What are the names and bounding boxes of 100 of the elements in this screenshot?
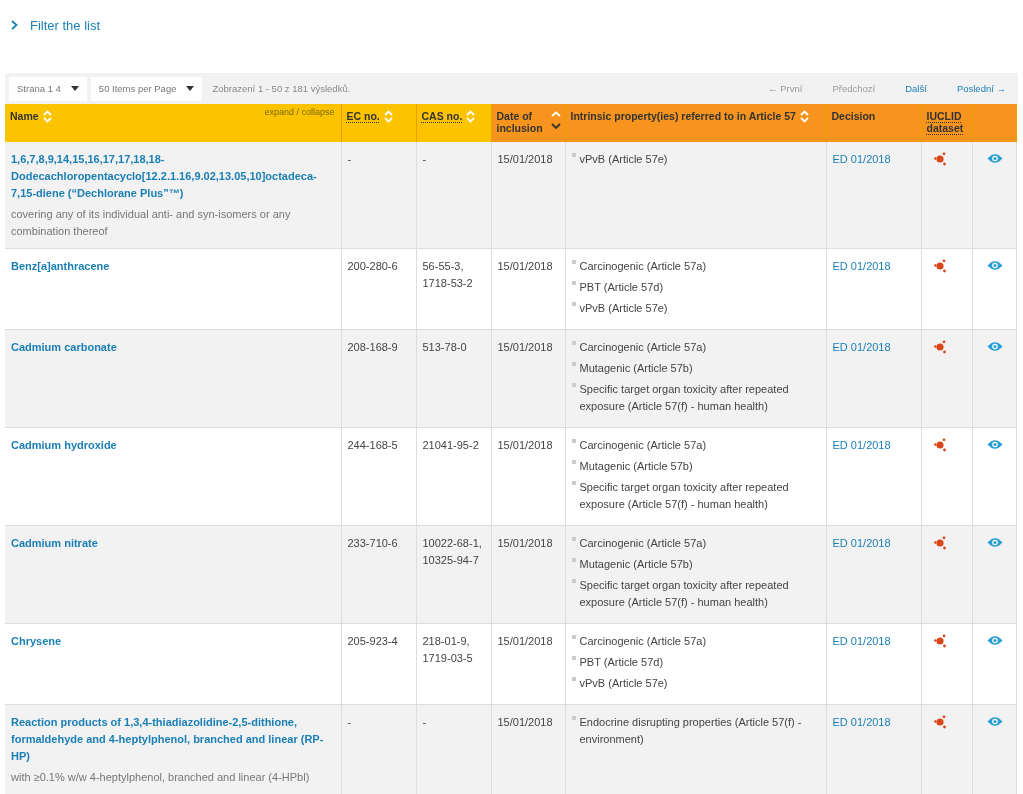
pagination-link[interactable]: Poslední →: [934, 83, 1014, 94]
column-title: Intrinsic property(ies) referred to in Article 57: [570, 110, 796, 122]
bullet-icon: [571, 302, 576, 306]
sort-icon[interactable]: [466, 110, 476, 123]
substance-note: covering any of its individual anti- and syn-isomers or any combination thereof: [11, 207, 292, 239]
bullet-icon: [571, 635, 576, 639]
view-icon[interactable]: [986, 537, 1003, 548]
property-text: Specific target organ toxicity after repeated exposure (Article 57(f) - human health): [579, 578, 790, 610]
page-select[interactable]: Strana 1 4: [9, 76, 87, 101]
substance-name-link[interactable]: Chrysene: [11, 633, 335, 650]
inclusion-date: 15/01/2018: [497, 260, 553, 272]
view-icon[interactable]: [986, 341, 1003, 352]
view-icon[interactable]: [986, 260, 1003, 271]
bullet-icon: [571, 341, 576, 345]
property-text: Carcinogenic (Article 57a): [579, 438, 707, 453]
column-header[interactable]: Date of inclusion: [491, 104, 565, 142]
decision-link[interactable]: ED 01/2018: [832, 716, 891, 728]
property-text: Mutagenic (Article 57b): [579, 361, 693, 376]
filter-toggle[interactable]: Filter the list: [5, 14, 101, 36]
decision-link[interactable]: ED 01/2018: [832, 537, 891, 549]
column-header[interactable]: Name expand / collapse: [5, 104, 341, 142]
substance-name-link[interactable]: Reaction products of 1,3,4-thiadiazolidine-2,5-dithione, formaldehyde and 4-heptylphenol, branched and linear (RP-HP): [11, 714, 335, 765]
ec-number: -: [347, 153, 352, 165]
view-icon[interactable]: [986, 635, 1003, 646]
cas-number: 10022-68-1, 10325-94-7: [422, 537, 482, 566]
chevron-icon: [11, 20, 18, 30]
caret-icon: [70, 86, 79, 91]
molecule-icon[interactable]: [933, 715, 947, 729]
decision-link[interactable]: ED 01/2018: [832, 260, 891, 272]
decision-link[interactable]: ED 01/2018: [832, 635, 891, 647]
sort-icon[interactable]: [383, 110, 393, 123]
cas-number: 513-78-0: [422, 341, 467, 353]
inclusion-date: 15/01/2018: [497, 635, 553, 647]
property-text: vPvB (Article 57e): [579, 301, 668, 316]
decision-link[interactable]: ED 01/2018: [832, 439, 891, 451]
property-text: Mutagenic (Article 57b): [579, 557, 693, 572]
column-header[interactable]: CAS no.: [416, 104, 491, 142]
property-text: PBT (Article 57d): [579, 655, 664, 670]
inclusion-date: 15/01/2018: [497, 153, 553, 165]
column-title: CAS no.: [421, 110, 463, 122]
molecule-icon[interactable]: [933, 438, 947, 452]
bullet-icon: [571, 460, 576, 464]
bullet-icon: [571, 677, 576, 681]
ec-number: -: [347, 716, 352, 728]
results-summary: Zobrazení 1 - 50 z 181 výsledků.: [212, 83, 351, 94]
bullet-icon: [571, 716, 576, 720]
column-title: Date of inclusion: [496, 110, 544, 134]
substance-name-link[interactable]: 1,6,7,8,9,14,15,16,17,17,18,18-Dodecachloropentacyclo[12.2.1.16,9.02,13.05,10]octadeca-7,15-diene (“Dechlorane Plus”™): [11, 151, 335, 202]
decision-link[interactable]: ED 01/2018: [832, 153, 891, 165]
caret-icon: [186, 86, 195, 91]
molecule-icon[interactable]: [933, 152, 947, 166]
view-icon[interactable]: [986, 153, 1003, 164]
sort-icon[interactable]: [799, 110, 809, 123]
molecule-icon[interactable]: [933, 536, 947, 550]
bullet-icon: [571, 439, 576, 443]
column-title: Name: [10, 110, 39, 122]
substance-name-link[interactable]: Cadmium nitrate: [11, 535, 335, 552]
pagination-link[interactable]: Další: [883, 83, 935, 94]
decision-link[interactable]: ED 01/2018: [832, 341, 891, 353]
ec-number: 233-710-6: [347, 537, 398, 549]
expand-collapse-link[interactable]: expand / collapse: [264, 107, 335, 117]
column-header[interactable]: Intrinsic property(ies) referred to in Article 57: [565, 104, 826, 142]
property-text: Carcinogenic (Article 57a): [579, 634, 707, 649]
ec-number: 208-168-9: [347, 341, 398, 353]
view-icon[interactable]: [986, 716, 1003, 727]
property-text: Carcinogenic (Article 57a): [579, 536, 707, 551]
property-text: vPvB (Article 57e): [579, 152, 668, 167]
column-title: EC no.: [346, 110, 380, 122]
column-header[interactable]: EC no.: [341, 104, 416, 142]
substance-name-link[interactable]: Cadmium hydroxide: [11, 437, 335, 454]
property-text: Carcinogenic (Article 57a): [579, 340, 707, 355]
bullet-icon: [571, 281, 576, 285]
molecule-icon[interactable]: [933, 259, 947, 273]
property-text: Mutagenic (Article 57b): [579, 459, 693, 474]
molecule-icon[interactable]: [933, 634, 947, 648]
bullet-icon: [571, 537, 576, 541]
cas-number: -: [422, 153, 427, 165]
inclusion-date: 15/01/2018: [497, 341, 553, 353]
cas-number: 56-55-3, 1718-53-2: [422, 260, 473, 289]
bullet-icon: [571, 260, 576, 264]
bullet-icon: [571, 383, 576, 387]
property-text: PBT (Article 57d): [579, 280, 664, 295]
column-title: IUCLID dataset: [926, 110, 965, 134]
inclusion-date: 15/01/2018: [497, 537, 553, 549]
inclusion-date: 15/01/2018: [497, 716, 553, 728]
view-icon[interactable]: [986, 439, 1003, 450]
bullet-icon: [571, 362, 576, 366]
ec-number: 244-168-5: [347, 439, 398, 451]
property-text: Endocrine disrupting properties (Article 57(f) - environment): [579, 715, 803, 747]
molecule-icon[interactable]: [933, 340, 947, 354]
sort-icon[interactable]: [42, 110, 52, 123]
ec-number: 205-923-4: [347, 635, 398, 647]
bullet-icon: [571, 153, 576, 157]
substance-name-link[interactable]: Cadmium carbonate: [11, 339, 335, 356]
bullet-icon: [571, 558, 576, 562]
substance-note: with ≥0.1% w/w 4-heptylphenol, branched and linear (4-HPbl): [11, 770, 311, 785]
cas-number: 218-01-9, 1719-03-5: [422, 635, 473, 664]
substance-name-link[interactable]: Benz[a]anthracene: [11, 258, 335, 275]
property-text: Carcinogenic (Article 57a): [579, 259, 707, 274]
items-per-page-select[interactable]: 50 Items per Page: [90, 76, 203, 101]
